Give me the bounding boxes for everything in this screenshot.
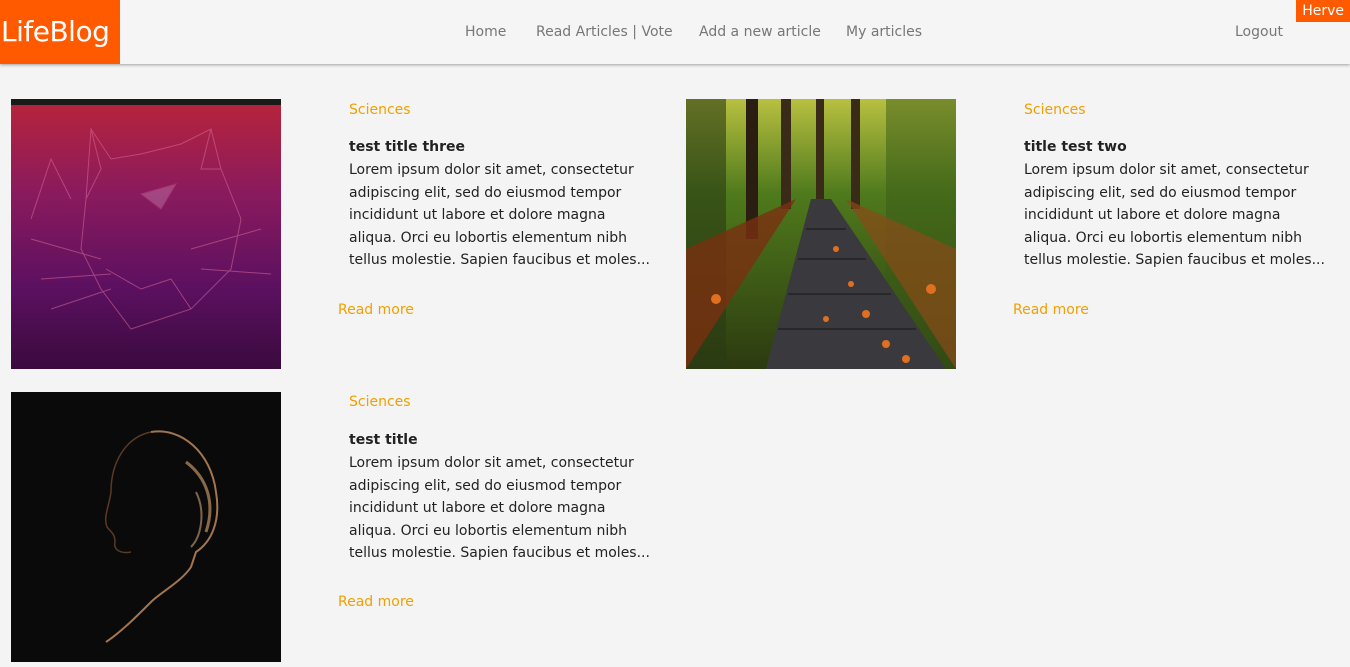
article-title: test title	[349, 432, 418, 448]
logout-link[interactable]: Logout	[1235, 0, 1283, 64]
article-image-forest-boardwalk[interactable]	[686, 99, 956, 369]
user-badge: Herve	[1296, 0, 1350, 22]
article-excerpt: Lorem ipsum dolor sit amet, consectetur …	[349, 162, 650, 268]
article-excerpt: Lorem ipsum dolor sit amet, consectetur …	[1024, 162, 1325, 268]
article-image-ubuntu-wallpaper[interactable]	[11, 99, 281, 369]
nav-my-articles-link[interactable]: My articles	[846, 0, 922, 64]
nav-home-link[interactable]: Home	[465, 0, 506, 64]
article-excerpt: Lorem ipsum dolor sit amet, consectetur …	[349, 455, 650, 561]
article-title: title test two	[1024, 139, 1127, 155]
article-category[interactable]: Sciences	[1024, 102, 1086, 118]
main-nav: Home Read Articles | Vote Add a new arti…	[0, 0, 1350, 64]
nav-read-articles-link[interactable]: Read Articles | Vote	[536, 0, 673, 64]
article-category[interactable]: Sciences	[349, 394, 411, 410]
top-navbar: LifeBlog Home Read Articles | Vote Add a…	[0, 0, 1350, 64]
article-category[interactable]: Sciences	[349, 102, 411, 118]
nav-add-article-link[interactable]: Add a new article	[699, 0, 821, 64]
article-title: test title three	[349, 139, 465, 155]
read-more-link[interactable]: Read more	[338, 302, 414, 318]
read-more-link[interactable]: Read more	[1013, 302, 1089, 318]
article-image-silhouette-portrait[interactable]	[11, 392, 281, 662]
read-more-link[interactable]: Read more	[338, 594, 414, 610]
